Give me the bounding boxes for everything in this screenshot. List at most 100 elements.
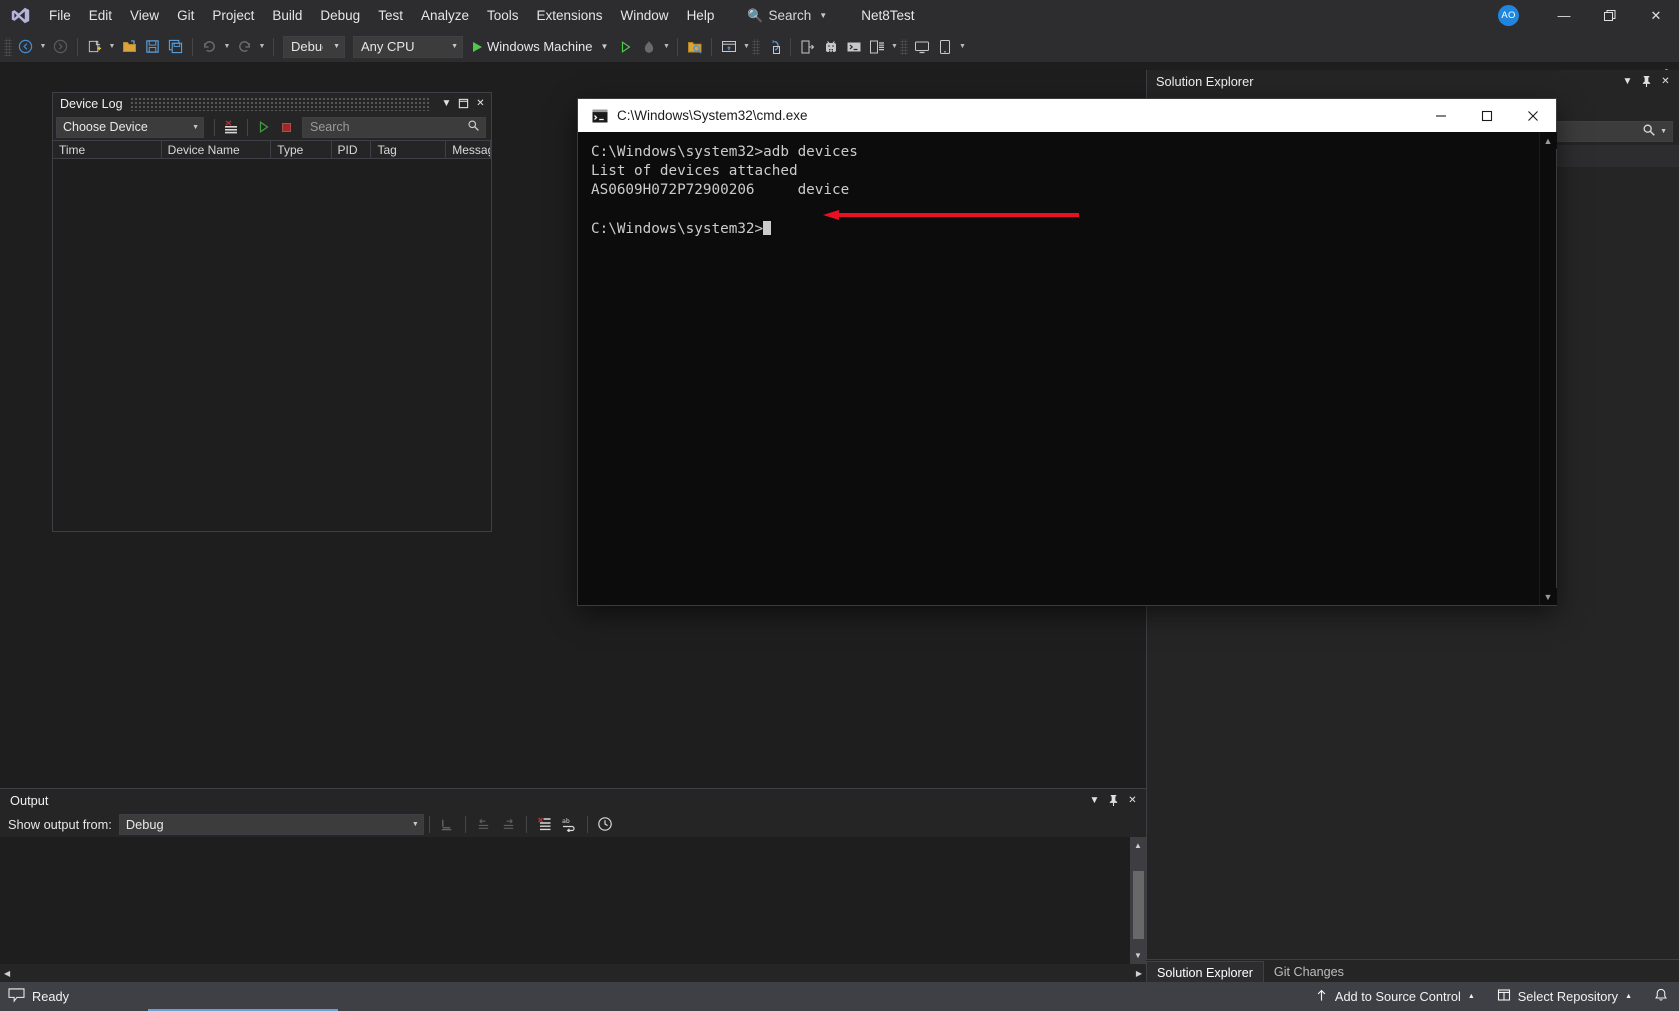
column-header-time[interactable]: Time xyxy=(53,141,162,158)
cmd-close-button[interactable] xyxy=(1510,99,1556,132)
solution-explorer-menu-icon[interactable]: ▼ xyxy=(1618,71,1637,91)
menu-view[interactable]: View xyxy=(121,0,168,31)
undo-icon[interactable] xyxy=(198,35,221,58)
simulator-dropdown-icon[interactable]: ▼ xyxy=(956,35,968,58)
scroll-down-icon[interactable]: ▼ xyxy=(1539,588,1557,605)
output-vertical-scrollbar[interactable]: ▲ ▼ xyxy=(1130,837,1146,964)
column-header-device-name[interactable]: Device Name xyxy=(162,141,272,158)
menu-file[interactable]: File xyxy=(40,0,80,31)
cmd-minimize-button[interactable] xyxy=(1418,99,1464,132)
add-to-source-control-button[interactable]: Add to Source Control ▲ xyxy=(1304,982,1486,1011)
new-project-dropdown-icon[interactable]: ▼ xyxy=(106,35,118,58)
toolbar-grip[interactable] xyxy=(752,38,761,55)
toggle-word-wrap-icon[interactable]: ab xyxy=(557,813,582,835)
command-prompt-scrollbar[interactable]: ▲ ▼ xyxy=(1539,132,1557,605)
device-log-menu-icon[interactable]: ▼ xyxy=(438,94,455,113)
scroll-right-icon[interactable]: ▶ xyxy=(1136,969,1142,978)
save-all-icon[interactable] xyxy=(164,35,187,58)
start-debugging-button[interactable]: Windows Machine ▼ xyxy=(467,35,614,58)
menu-debug[interactable]: Debug xyxy=(311,0,369,31)
pin-icon[interactable] xyxy=(1104,790,1123,810)
deploy-to-device-icon[interactable] xyxy=(796,35,819,58)
menu-edit[interactable]: Edit xyxy=(80,0,121,31)
undo-dropdown-icon[interactable]: ▼ xyxy=(221,35,233,58)
output-text-area[interactable] xyxy=(0,837,1146,964)
select-repository-button[interactable]: Select Repository ▲ xyxy=(1486,982,1643,1011)
go-to-next-icon[interactable] xyxy=(496,813,521,835)
restore-button[interactable] xyxy=(1587,0,1633,31)
sync-icon[interactable] xyxy=(762,35,785,58)
choose-device-combo[interactable]: Choose Device ▼ xyxy=(56,116,204,138)
menu-test[interactable]: Test xyxy=(369,0,412,31)
device-log-close-icon[interactable]: ✕ xyxy=(472,94,489,113)
find-message-icon[interactable] xyxy=(435,813,460,835)
hot-reload-icon[interactable] xyxy=(637,35,660,58)
navigate-backward-dropdown-icon[interactable]: ▼ xyxy=(37,35,49,58)
column-header-pid[interactable]: PID xyxy=(332,141,372,158)
close-button[interactable]: ✕ xyxy=(1633,0,1679,31)
scroll-left-icon[interactable]: ◀ xyxy=(4,969,10,978)
new-project-icon[interactable] xyxy=(83,35,106,58)
android-device-manager-dropdown-icon[interactable]: ▼ xyxy=(740,35,752,58)
device-log-maximize-icon[interactable] xyxy=(455,94,472,113)
notifications-button[interactable] xyxy=(1643,982,1679,1011)
output-horizontal-scrollbar[interactable]: ◀ ▶ xyxy=(0,964,1146,983)
android-device-manager-icon[interactable] xyxy=(717,35,740,58)
clear-all-icon[interactable] xyxy=(532,813,557,835)
column-header-message[interactable]: Message xyxy=(446,141,491,158)
solution-configuration-combo[interactable]: Debug ▼ xyxy=(283,35,345,58)
toolbar-grip[interactable] xyxy=(900,38,909,55)
menu-extensions[interactable]: Extensions xyxy=(528,0,612,31)
android-sdk-manager-icon[interactable] xyxy=(819,35,842,58)
stop-log-icon[interactable] xyxy=(275,117,297,138)
redo-icon[interactable] xyxy=(233,35,256,58)
start-without-debugging-icon[interactable] xyxy=(614,35,637,58)
menu-analyze[interactable]: Analyze xyxy=(412,0,478,31)
menu-build[interactable]: Build xyxy=(263,0,311,31)
menu-tools[interactable]: Tools xyxy=(478,0,528,31)
device-log-drag-handle[interactable] xyxy=(129,96,431,111)
column-header-tag[interactable]: Tag xyxy=(371,141,447,158)
scrollbar-thumb[interactable] xyxy=(1132,871,1144,939)
scroll-down-icon[interactable]: ▼ xyxy=(1130,947,1146,964)
android-adb-command-icon[interactable] xyxy=(842,35,865,58)
command-prompt-body[interactable]: C:\Windows\system32>adb devices List of … xyxy=(578,132,1557,605)
open-file-icon[interactable] xyxy=(118,35,141,58)
device-log-dropdown-icon[interactable]: ▼ xyxy=(888,35,900,58)
scroll-up-icon[interactable]: ▲ xyxy=(1130,837,1146,854)
menu-project[interactable]: Project xyxy=(203,0,263,31)
output-menu-icon[interactable]: ▼ xyxy=(1085,790,1104,810)
start-log-icon[interactable] xyxy=(253,117,275,138)
redo-dropdown-icon[interactable]: ▼ xyxy=(256,35,268,58)
simulator-icon[interactable] xyxy=(933,35,956,58)
hot-reload-dropdown-icon[interactable]: ▼ xyxy=(660,35,672,58)
minimize-button[interactable]: — xyxy=(1541,0,1587,31)
save-icon[interactable] xyxy=(141,35,164,58)
avatar[interactable]: AO xyxy=(1498,5,1519,26)
tab-solution-explorer[interactable]: Solution Explorer xyxy=(1146,961,1264,983)
remote-machine-icon[interactable] xyxy=(910,35,933,58)
menu-help[interactable]: Help xyxy=(678,0,724,31)
menu-git[interactable]: Git xyxy=(168,0,203,31)
column-header-type[interactable]: Type xyxy=(271,141,332,158)
toolbar-grip[interactable] xyxy=(4,37,12,56)
device-log-icon[interactable] xyxy=(865,35,888,58)
solution-platform-combo[interactable]: Any CPU ▼ xyxy=(353,35,463,58)
pin-icon[interactable] xyxy=(1637,71,1656,91)
find-in-files-icon[interactable] xyxy=(683,35,706,58)
go-to-previous-icon[interactable] xyxy=(471,813,496,835)
menu-window[interactable]: Window xyxy=(612,0,678,31)
output-source-combo[interactable]: Debug ▼ xyxy=(118,813,424,835)
global-search-box[interactable]: 🔍 Search ▼ xyxy=(739,5,835,27)
cmd-maximize-button[interactable] xyxy=(1464,99,1510,132)
chevron-down-icon[interactable]: ▼ xyxy=(1660,128,1667,135)
navigate-backward-icon[interactable] xyxy=(14,35,37,58)
device-log-search-input[interactable]: Search xyxy=(302,116,486,138)
command-prompt-title-bar[interactable]: C:\Windows\System32\cmd.exe xyxy=(578,99,1556,132)
show-timestamps-icon[interactable] xyxy=(593,813,618,835)
navigate-forward-icon[interactable] xyxy=(49,35,72,58)
solution-explorer-close-icon[interactable]: ✕ xyxy=(1656,71,1675,91)
scroll-up-icon[interactable]: ▲ xyxy=(1539,132,1557,149)
clear-log-icon[interactable] xyxy=(220,117,242,138)
output-close-icon[interactable]: ✕ xyxy=(1123,790,1142,810)
